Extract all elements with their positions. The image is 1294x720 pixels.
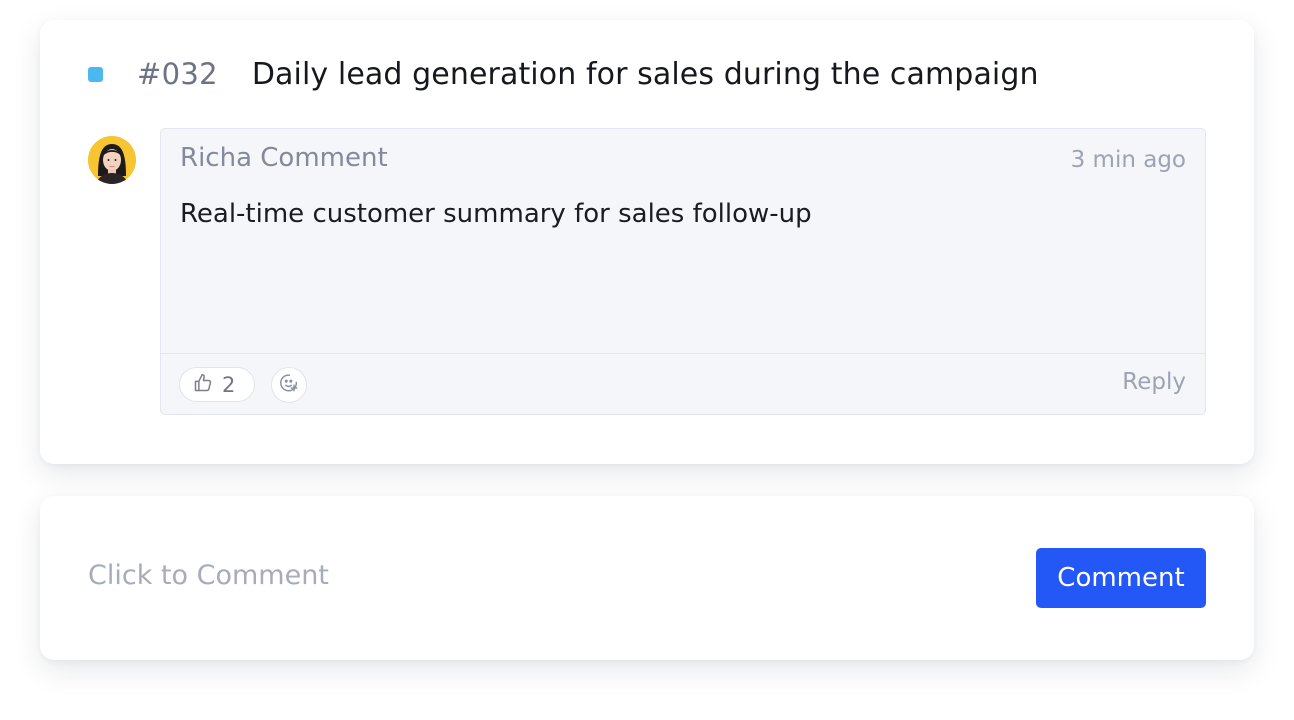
- comment-composer: Comment: [40, 496, 1254, 660]
- task-header: #032 Daily lead generation for sales dur…: [88, 56, 1039, 92]
- comment-author[interactable]: Richa Comment: [180, 143, 388, 173]
- like-count: 2: [222, 372, 236, 397]
- avatar[interactable]: [88, 136, 136, 184]
- comment-text: Real-time customer summary for sales fol…: [180, 199, 812, 229]
- task-title: Daily lead generation for sales during t…: [251, 56, 1039, 92]
- comment-box: Richa Comment 3 min ago Real-time custom…: [160, 128, 1206, 415]
- comment-input[interactable]: [88, 560, 688, 591]
- task-id: #032: [137, 57, 218, 91]
- reply-button[interactable]: Reply: [1122, 369, 1186, 395]
- comment-footer: 2 Reply: [161, 353, 1205, 414]
- status-indicator: [88, 66, 103, 82]
- like-button[interactable]: 2: [179, 367, 255, 402]
- comment-timestamp: 3 min ago: [1070, 147, 1186, 173]
- comment-submit-button[interactable]: Comment: [1036, 548, 1206, 608]
- thumbs-up-icon: [193, 373, 213, 397]
- add-emoji-icon: [278, 372, 300, 398]
- task-comment-card: #032 Daily lead generation for sales dur…: [40, 20, 1254, 464]
- add-reaction-button[interactable]: [271, 367, 307, 403]
